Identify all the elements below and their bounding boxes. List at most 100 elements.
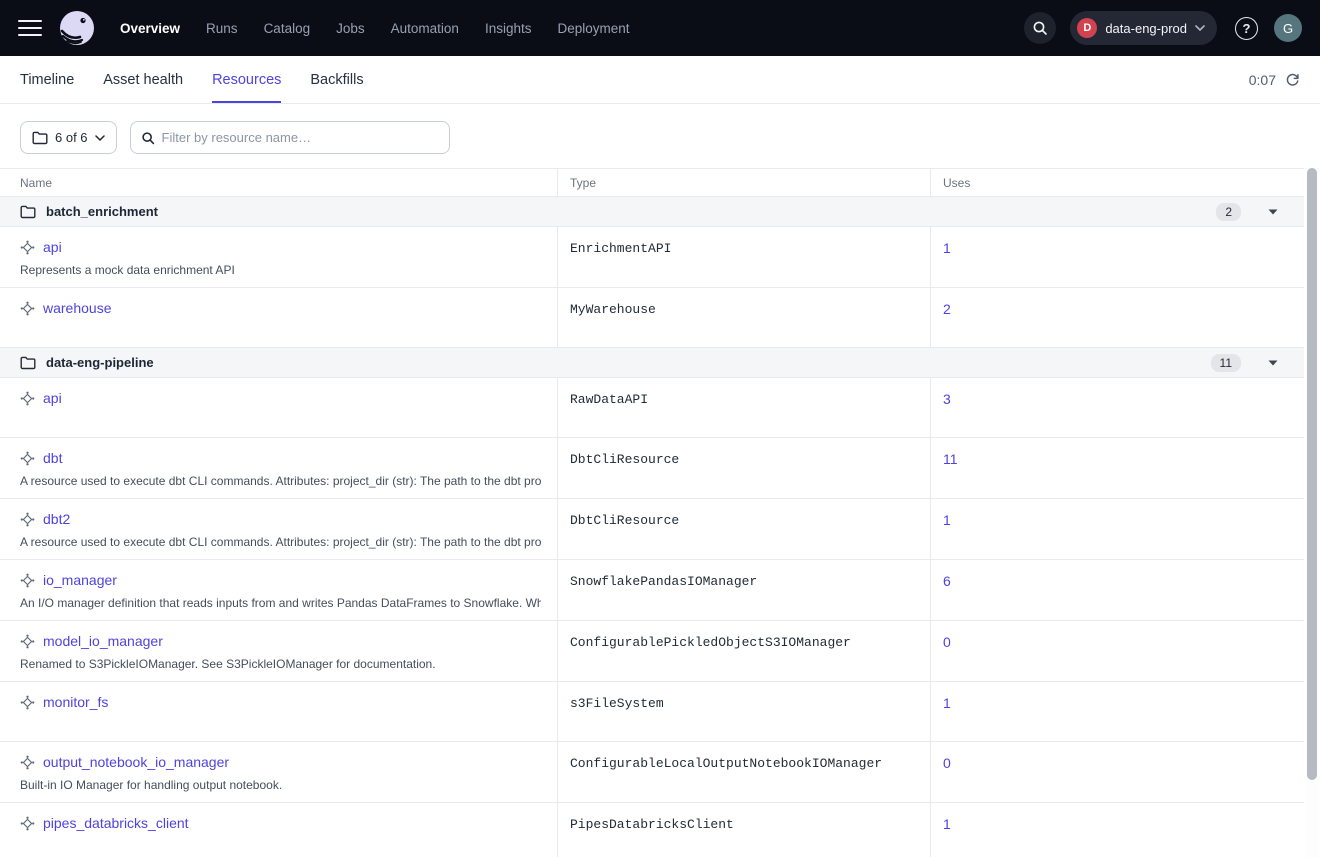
- uses-count-link[interactable]: 6: [943, 573, 951, 589]
- uses-cell: 1: [930, 803, 1304, 857]
- tab[interactable]: Backfills: [310, 56, 363, 103]
- resource-name-link[interactable]: api: [43, 390, 62, 406]
- nav-item[interactable]: Catalog: [264, 21, 311, 36]
- nav-item[interactable]: Runs: [206, 21, 238, 36]
- uses-cell: 1: [930, 682, 1304, 741]
- tab[interactable]: Asset health: [103, 56, 183, 103]
- resource-description: A resource used to execute dbt CLI comma…: [20, 535, 541, 549]
- search-icon[interactable]: [1024, 12, 1056, 44]
- table-row: monitor_fs s3FileSystem 1: [0, 682, 1304, 742]
- type-cell: ConfigurableLocalOutputNotebookIOManager: [557, 742, 930, 802]
- avatar[interactable]: G: [1274, 14, 1302, 42]
- nav-item[interactable]: Automation: [391, 21, 459, 36]
- table-row: warehouse MyWarehouse 2: [0, 288, 1304, 348]
- resource-name-link[interactable]: model_io_manager: [43, 633, 163, 649]
- top-navigation-bar: Overview Runs Catalog Jobs Automation Insight…: [0, 0, 1320, 56]
- overview-tabs: Timeline Asset health Resources Backfills 0…: [0, 56, 1320, 104]
- table-header: Name Type Uses: [0, 169, 1304, 197]
- deployment-name: data-eng-prod: [1105, 21, 1187, 36]
- type-cell: s3FileSystem: [557, 682, 930, 741]
- uses-count-link[interactable]: 0: [943, 755, 951, 771]
- collapse-caret-icon[interactable]: [1268, 360, 1278, 366]
- refresh-area: 0:07: [1249, 56, 1300, 103]
- collapse-caret-icon[interactable]: [1268, 209, 1278, 215]
- resource-name-link[interactable]: io_manager: [43, 572, 117, 588]
- uses-cell: 0: [930, 621, 1304, 681]
- uses-cell: 1: [930, 499, 1304, 559]
- menu-icon[interactable]: [18, 20, 42, 36]
- type-cell: DbtCliResource: [557, 499, 930, 559]
- table-row: api Represents a mock data enrichment AP…: [0, 227, 1304, 288]
- name-cell: output_notebook_io_manager Built-in IO M…: [0, 742, 557, 802]
- table-row: pipes_databricks_client PipesDatabricksC…: [0, 803, 1304, 857]
- resource-icon: [20, 695, 35, 710]
- uses-cell: 0: [930, 742, 1304, 802]
- name-cell: warehouse: [0, 288, 557, 347]
- type-cell: DbtCliResource: [557, 438, 930, 498]
- uses-cell: 3: [930, 378, 1304, 437]
- resource-group-row[interactable]: batch_enrichment 2: [0, 197, 1304, 227]
- table-row: output_notebook_io_manager Built-in IO M…: [0, 742, 1304, 803]
- tab[interactable]: Resources: [212, 56, 281, 103]
- name-cell: monitor_fs: [0, 682, 557, 741]
- uses-count-link[interactable]: 1: [943, 695, 951, 711]
- uses-count-link[interactable]: 0: [943, 634, 951, 650]
- uses-cell: 6: [930, 560, 1304, 620]
- resource-filter-input[interactable]: [162, 130, 439, 145]
- type-cell: PipesDatabricksClient: [557, 803, 930, 857]
- resource-name-link[interactable]: api: [43, 239, 62, 255]
- resource-icon: [20, 573, 35, 588]
- nav-item[interactable]: Deployment: [557, 21, 629, 36]
- uses-count-link[interactable]: 1: [943, 816, 951, 832]
- resource-name-link[interactable]: dbt2: [43, 511, 70, 527]
- nav-item[interactable]: Overview: [120, 21, 180, 36]
- resource-name-link[interactable]: output_notebook_io_manager: [43, 754, 229, 770]
- type-cell: EnrichmentAPI: [557, 227, 930, 287]
- column-header-name: Name: [0, 169, 557, 196]
- resource-icon: [20, 634, 35, 649]
- table-row: dbt2 A resource used to execute dbt CLI …: [0, 499, 1304, 560]
- uses-count-link[interactable]: 2: [943, 301, 951, 317]
- group-filter-label: 6 of 6: [55, 130, 88, 145]
- group-filter-dropdown[interactable]: 6 of 6: [20, 121, 117, 154]
- refresh-timer: 0:07: [1249, 72, 1276, 88]
- vertical-scrollbar: [1306, 168, 1319, 857]
- nav-item[interactable]: Insights: [485, 21, 532, 36]
- resource-icon: [20, 391, 35, 406]
- nav-item[interactable]: Jobs: [336, 21, 365, 36]
- column-header-uses: Uses: [930, 169, 1304, 196]
- folder-icon: [32, 131, 48, 145]
- resource-icon: [20, 451, 35, 466]
- resource-group-row[interactable]: data-eng-pipeline 11: [0, 348, 1304, 378]
- table-row: dbt A resource used to execute dbt CLI c…: [0, 438, 1304, 499]
- folder-icon: [20, 356, 36, 370]
- resource-name-link[interactable]: monitor_fs: [43, 694, 108, 710]
- resources-table: Name Type Uses batch_enrichment 2 api: [0, 168, 1304, 857]
- table-row: model_io_manager Renamed to S3PickleIOMa…: [0, 621, 1304, 682]
- resource-description: A resource used to execute dbt CLI comma…: [20, 474, 541, 488]
- scrollbar-thumb[interactable]: [1307, 168, 1317, 780]
- main-nav: Overview Runs Catalog Jobs Automation Insight…: [120, 21, 630, 36]
- name-cell: pipes_databricks_client: [0, 803, 557, 857]
- help-icon[interactable]: ?: [1235, 17, 1258, 40]
- group-name: data-eng-pipeline: [46, 355, 154, 370]
- chevron-down-icon: [95, 135, 105, 141]
- refresh-icon[interactable]: [1285, 72, 1300, 87]
- uses-count-link[interactable]: 3: [943, 391, 951, 407]
- resource-name-link[interactable]: pipes_databricks_client: [43, 815, 189, 831]
- uses-cell: 2: [930, 288, 1304, 347]
- deployment-switcher[interactable]: D data-eng-prod: [1070, 11, 1217, 45]
- name-cell: api: [0, 378, 557, 437]
- table-row: api RawDataAPI 3: [0, 378, 1304, 438]
- resource-name-link[interactable]: warehouse: [43, 300, 112, 316]
- uses-count-link[interactable]: 1: [943, 512, 951, 528]
- dagster-logo-icon[interactable]: [58, 9, 96, 47]
- uses-count-link[interactable]: 1: [943, 240, 951, 256]
- resource-icon: [20, 240, 35, 255]
- uses-count-link[interactable]: 11: [943, 451, 958, 467]
- tab[interactable]: Timeline: [20, 56, 74, 103]
- column-header-type: Type: [557, 169, 930, 196]
- chevron-down-icon: [1195, 25, 1205, 31]
- resource-name-link[interactable]: dbt: [43, 450, 62, 466]
- resource-icon: [20, 301, 35, 316]
